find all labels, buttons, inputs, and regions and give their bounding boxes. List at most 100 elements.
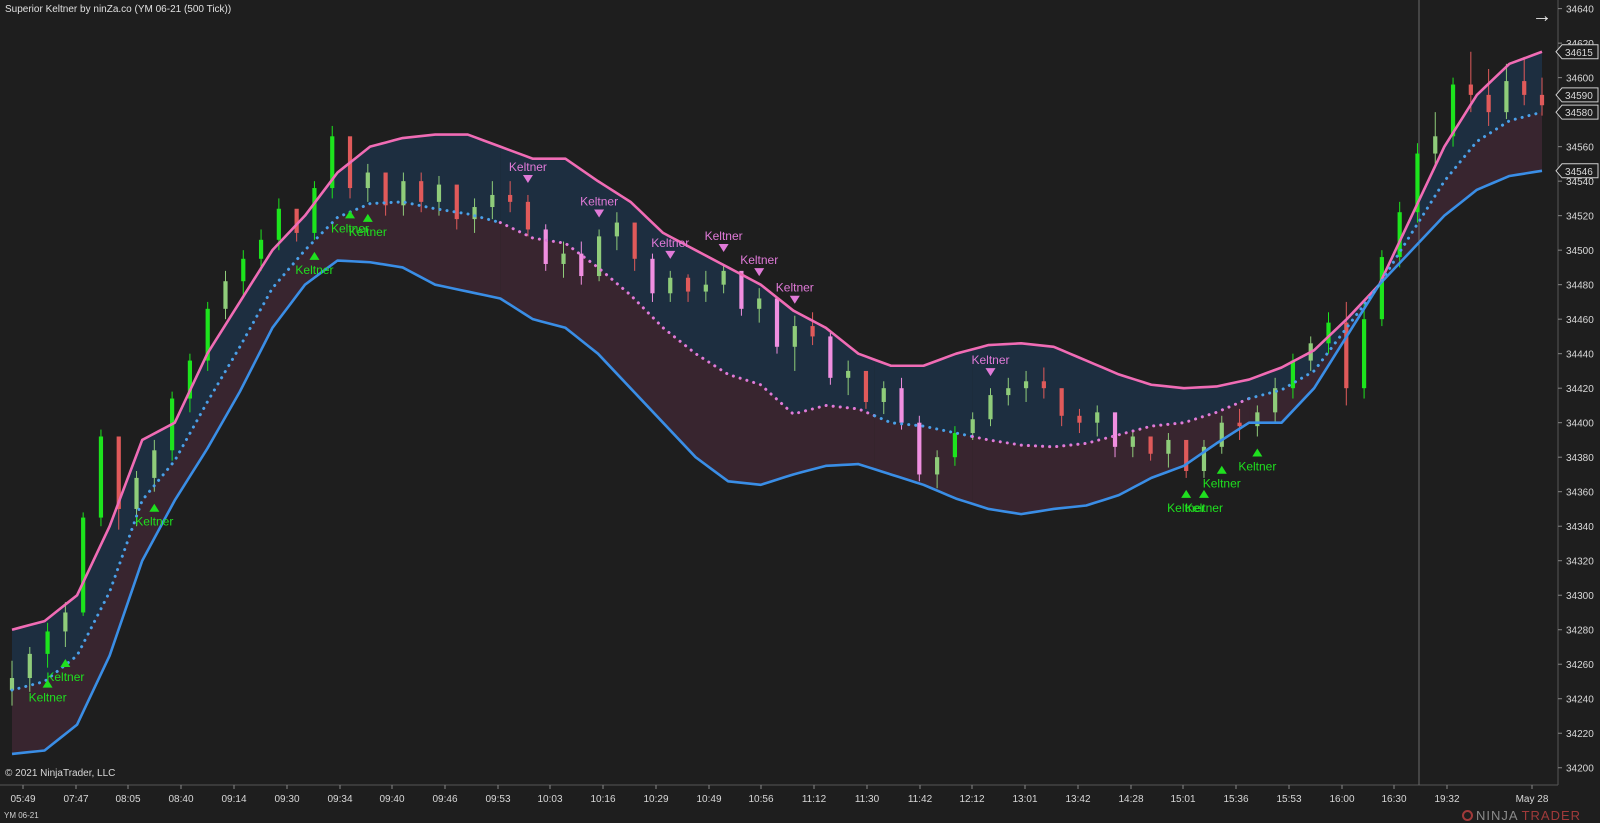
- candle-body: [241, 258, 246, 282]
- candle-body: [525, 201, 531, 230]
- signal-label: Keltner: [705, 229, 743, 243]
- candle-body: [508, 194, 513, 202]
- signal-label: Keltner: [1203, 477, 1241, 491]
- price-flag-label: 34615: [1565, 48, 1593, 59]
- price-flag-label: 34580: [1565, 108, 1593, 119]
- signal-label: Keltner: [740, 253, 778, 267]
- candle: [241, 250, 246, 296]
- candle-body: [863, 370, 869, 402]
- candle: [774, 298, 780, 354]
- price-flag: 34615: [1555, 44, 1599, 60]
- candle-body: [828, 336, 833, 378]
- x-tick-label: 05:49: [10, 794, 35, 805]
- buy-signal: Keltner: [1185, 489, 1223, 515]
- candle: [1184, 439, 1189, 478]
- candle-body: [223, 281, 228, 309]
- signal-label: Keltner: [349, 225, 387, 239]
- triangle-up-icon: [1181, 489, 1192, 498]
- x-tick-label: 10:03: [537, 794, 562, 805]
- x-tick-label: 12:12: [959, 794, 984, 805]
- candle: [81, 512, 86, 616]
- y-tick-label: 34520: [1566, 212, 1594, 223]
- candle-body: [81, 517, 86, 613]
- candle-body: [774, 298, 780, 347]
- signal-label: Keltner: [776, 281, 814, 295]
- candle-body: [1112, 412, 1118, 447]
- candle: [330, 125, 335, 199]
- y-tick-label: 34280: [1566, 626, 1594, 637]
- candle-body: [881, 388, 886, 402]
- candle-body: [970, 419, 975, 434]
- x-tick-label: 07:47: [63, 794, 88, 805]
- candle-body: [1326, 322, 1331, 344]
- candle-body: [1237, 422, 1242, 427]
- y-tick-label: 34380: [1566, 453, 1594, 464]
- x-tick-label: 09:53: [485, 794, 510, 805]
- candle-body: [899, 388, 904, 423]
- candle-body: [134, 477, 139, 509]
- price-flags: 34615 34590 34580 34546: [1555, 44, 1599, 179]
- signal-label: Keltner: [1185, 501, 1223, 515]
- x-tick-label: 15:36: [1223, 794, 1248, 805]
- triangle-down-icon: [718, 243, 729, 252]
- y-tick-label: 34400: [1566, 419, 1594, 430]
- candle: [1415, 143, 1420, 223]
- y-tick-label: 34440: [1566, 350, 1594, 361]
- candle-body: [276, 208, 281, 240]
- candle-body: [490, 194, 495, 208]
- candle-body: [792, 326, 797, 347]
- candle: [312, 181, 317, 240]
- signal-label: Keltner: [29, 691, 67, 705]
- candle: [223, 270, 228, 320]
- candle-body: [1041, 381, 1046, 389]
- y-tick-label: 34540: [1566, 177, 1594, 188]
- x-tick-label: 19:32: [1434, 794, 1459, 805]
- candle-body: [436, 184, 442, 202]
- price-flag-label: 34590: [1565, 91, 1593, 102]
- candle-body: [614, 222, 619, 237]
- candle-body: [383, 172, 388, 206]
- price-chart[interactable]: 3464034620346003458034560345403452034500…: [0, 0, 1600, 823]
- y-tick-label: 34220: [1566, 729, 1594, 740]
- triangle-down-icon: [789, 295, 800, 304]
- x-tick-label: 09:30: [274, 794, 299, 805]
- x-tick-label: 10:16: [590, 794, 615, 805]
- x-tick-label: 09:40: [379, 794, 404, 805]
- y-tick-label: 34260: [1566, 660, 1594, 671]
- candle-body: [27, 653, 32, 679]
- band-fills: [12, 51, 1542, 754]
- x-tick-label: 13:01: [1012, 794, 1037, 805]
- candle-body: [1486, 94, 1491, 113]
- y-tick-label: 34360: [1566, 488, 1594, 499]
- candle: [1433, 112, 1438, 168]
- x-tick-label: 08:40: [168, 794, 193, 805]
- price-flag: 34546: [1555, 163, 1599, 179]
- sell-signal: Keltner: [705, 229, 743, 252]
- y-tick-label: 34560: [1566, 143, 1594, 154]
- x-axis: 05:49 07:47 08:05 08:40 09:14 09:30 09:34 09:40…: [0, 784, 1558, 805]
- signal-label: Keltner: [651, 236, 689, 250]
- candle-body: [419, 181, 424, 202]
- signal-label: Keltner: [509, 160, 547, 174]
- price-flag: 34580: [1555, 104, 1599, 120]
- candle-body: [632, 222, 637, 259]
- candle-body: [650, 258, 655, 294]
- x-tick-label: 15:53: [1276, 794, 1301, 805]
- signal-label: Keltner: [1238, 459, 1276, 473]
- y-tick-label: 34640: [1566, 5, 1594, 16]
- x-tick-label: 09:46: [432, 794, 457, 805]
- candle-body: [1433, 136, 1438, 154]
- y-tick-label: 34600: [1566, 74, 1594, 85]
- candle-body: [561, 253, 566, 264]
- candle-body: [98, 436, 104, 518]
- candle-body: [917, 422, 922, 475]
- candle-body: [1095, 412, 1100, 423]
- price-flag: 34590: [1555, 87, 1599, 103]
- candle-body: [1023, 381, 1029, 389]
- x-tick-label: 11:42: [908, 794, 933, 805]
- candle-body: [1361, 319, 1367, 389]
- candle: [1379, 250, 1384, 327]
- candle-body: [63, 612, 68, 632]
- buy-signal: Keltner: [1238, 448, 1276, 473]
- x-tick-label: May 28: [1516, 794, 1549, 805]
